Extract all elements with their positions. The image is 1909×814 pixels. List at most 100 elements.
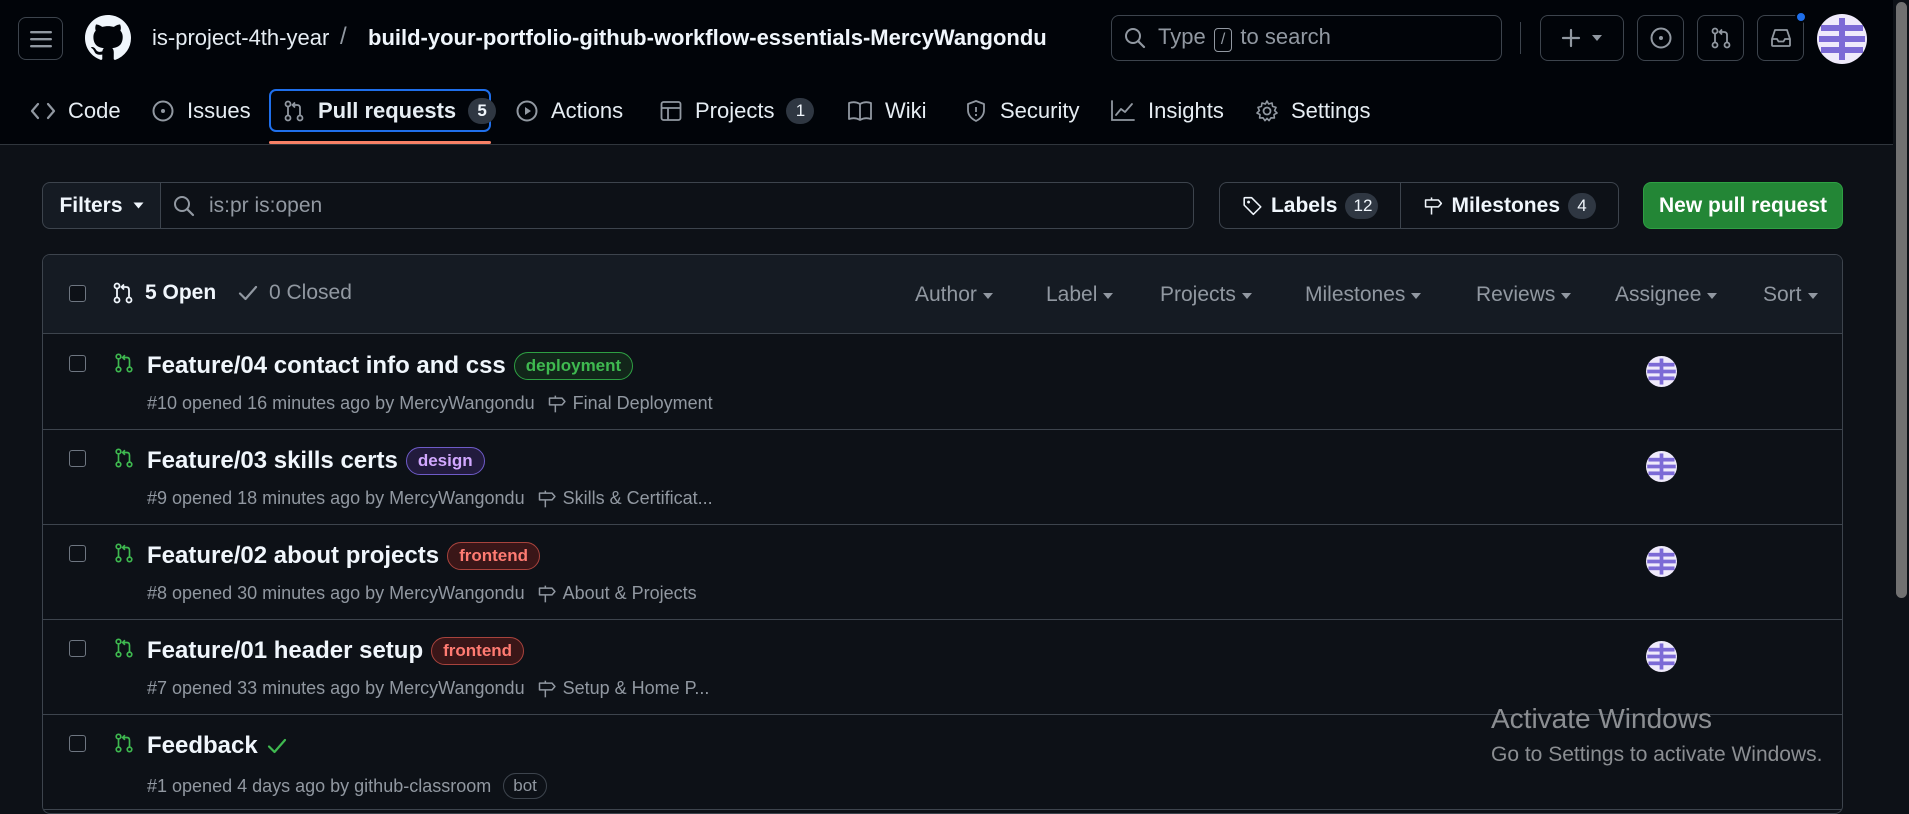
activate-windows-subtitle: Go to Settings to activate Windows. — [1491, 743, 1823, 766]
assignee-avatar[interactable] — [1646, 356, 1677, 387]
search-prefix: Type — [1158, 24, 1206, 49]
search-suffix: to search — [1240, 24, 1331, 49]
pr-title-link[interactable]: Feedback — [147, 732, 258, 760]
filters-dropdown[interactable]: Filters — [42, 182, 161, 229]
labels-button[interactable]: Labels 12 — [1219, 182, 1401, 229]
tab-code[interactable]: Code — [20, 91, 131, 131]
select-all-checkbox[interactable] — [69, 285, 86, 302]
assignee-avatar[interactable] — [1646, 451, 1677, 482]
open-filter-link[interactable]: 5 Open — [111, 281, 216, 305]
tab-projects-label: Projects — [695, 98, 775, 123]
play-icon — [516, 100, 538, 122]
tab-actions[interactable]: Actions — [505, 91, 633, 131]
header-divider — [1520, 22, 1521, 54]
milestones-filter-label: Milestones — [1305, 283, 1406, 306]
pr-meta: #8 opened 30 minutes ago by MercyWangond… — [147, 583, 697, 604]
reviews-filter-dropdown[interactable]: Reviews — [1476, 283, 1572, 307]
label-badge[interactable]: deployment — [513, 352, 634, 380]
assignee-avatar[interactable] — [1646, 546, 1677, 577]
tab-settings[interactable]: Settings — [1245, 91, 1381, 131]
gear-icon — [1256, 100, 1278, 122]
tab-wiki[interactable]: Wiki — [837, 91, 937, 131]
git-pull-request-open-icon — [115, 353, 133, 373]
pr-title-group: Feature/02 about projects frontend — [147, 542, 541, 570]
pr-milestone-label: Setup & Home P... — [562, 678, 710, 698]
pr-milestone-link[interactable]: Skills & Certificat... — [537, 488, 713, 509]
pr-title-group: Feature/03 skills certs design — [147, 447, 485, 475]
plus-icon — [1561, 28, 1581, 48]
menu-button[interactable] — [18, 17, 63, 60]
milestones-count: 4 — [1568, 192, 1596, 219]
assignee-filter-label: Assignee — [1615, 283, 1702, 306]
reviews-filter-label: Reviews — [1476, 283, 1556, 306]
new-pull-request-button[interactable]: New pull request — [1643, 182, 1843, 229]
label-badge[interactable]: design — [405, 447, 485, 475]
pull-requests-shortcut-button[interactable] — [1697, 15, 1744, 61]
git-pull-request-open-icon — [115, 448, 133, 468]
global-search-input[interactable]: Type / to search — [1111, 15, 1502, 61]
sort-dropdown[interactable]: Sort — [1763, 283, 1818, 307]
hamburger-icon — [29, 30, 52, 47]
create-new-button[interactable] — [1540, 15, 1624, 61]
caret-down-icon — [982, 293, 993, 299]
repo-name-link[interactable]: build-your-portfolio-github-workflow-ess… — [368, 25, 1047, 51]
github-logo-icon[interactable] — [85, 15, 131, 61]
pr-milestone-link[interactable]: Final Deployment — [547, 393, 713, 414]
pull-request-row: Feature/03 skills certs design #9 opened… — [43, 430, 1842, 525]
label-filter-dropdown[interactable]: Label — [1046, 283, 1114, 307]
tab-issues[interactable]: Issues — [141, 91, 261, 131]
breadcrumb-separator: / — [340, 23, 347, 50]
tab-wiki-label: Wiki — [885, 98, 927, 123]
pr-opened-info: #7 opened 33 minutes ago by MercyWangond… — [147, 678, 525, 698]
notification-indicator — [1795, 11, 1807, 23]
shield-icon — [967, 100, 985, 122]
pr-milestone-link[interactable]: About & Projects — [537, 583, 697, 604]
pr-title-link[interactable]: Feature/02 about projects — [147, 542, 439, 570]
row-checkbox[interactable] — [69, 735, 86, 752]
git-pull-request-icon — [1711, 27, 1730, 49]
tab-security-label: Security — [1000, 98, 1080, 123]
labels-button-label: Labels — [1270, 193, 1338, 217]
issues-shortcut-button[interactable] — [1637, 15, 1684, 61]
label-badge[interactable]: frontend — [447, 542, 541, 570]
milestone-icon — [538, 585, 556, 602]
pr-milestone-link[interactable]: Setup & Home P... — [537, 678, 710, 699]
issue-opened-icon — [1650, 27, 1671, 49]
tab-pull-requests[interactable]: Pull requests 5 — [272, 91, 506, 131]
pr-title-link[interactable]: Feature/03 skills certs — [147, 447, 398, 475]
row-checkbox[interactable] — [69, 355, 86, 372]
labels-count: 12 — [1345, 192, 1378, 219]
filters-label: Filters — [59, 193, 123, 217]
pr-filter-input[interactable] — [209, 193, 1109, 218]
caret-down-icon — [1561, 293, 1572, 299]
pr-title-link[interactable]: Feature/04 contact info and css — [147, 352, 506, 380]
label-badge[interactable]: frontend — [431, 637, 525, 665]
repo-owner-link[interactable]: is-project-4th-year — [152, 25, 329, 51]
triangle-down-icon — [1592, 35, 1602, 41]
tab-insights[interactable]: Insights — [1100, 91, 1234, 131]
caret-down-icon — [1411, 293, 1422, 299]
check-status-icon[interactable] — [266, 735, 288, 757]
assignee-filter-dropdown[interactable]: Assignee — [1615, 283, 1718, 307]
triangle-down-icon — [133, 202, 144, 209]
user-avatar[interactable] — [1817, 14, 1867, 64]
tab-security[interactable]: Security — [954, 91, 1089, 131]
assignee-avatar[interactable] — [1646, 641, 1677, 672]
pr-filter-search[interactable] — [160, 182, 1194, 229]
page-scrollbar-thumb[interactable] — [1896, 2, 1907, 598]
pr-opened-info: #9 opened 18 minutes ago by MercyWangond… — [147, 488, 525, 508]
tab-projects[interactable]: Projects 1 — [649, 91, 824, 131]
pr-title-group: Feedback — [147, 732, 288, 760]
pr-milestone-label: Final Deployment — [572, 393, 713, 413]
closed-filter-link[interactable]: 0 Closed — [237, 281, 352, 305]
row-checkbox[interactable] — [69, 450, 86, 467]
projects-filter-dropdown[interactable]: Projects — [1160, 283, 1252, 307]
pr-title-link[interactable]: Feature/01 header setup — [147, 637, 423, 665]
milestones-filter-dropdown[interactable]: Milestones — [1305, 283, 1422, 307]
author-filter-dropdown[interactable]: Author — [915, 283, 993, 307]
inbox-icon — [1770, 29, 1791, 47]
row-checkbox[interactable] — [69, 545, 86, 562]
milestones-button[interactable]: Milestones 4 — [1400, 182, 1619, 229]
row-checkbox[interactable] — [69, 640, 86, 657]
milestone-icon — [538, 490, 556, 507]
